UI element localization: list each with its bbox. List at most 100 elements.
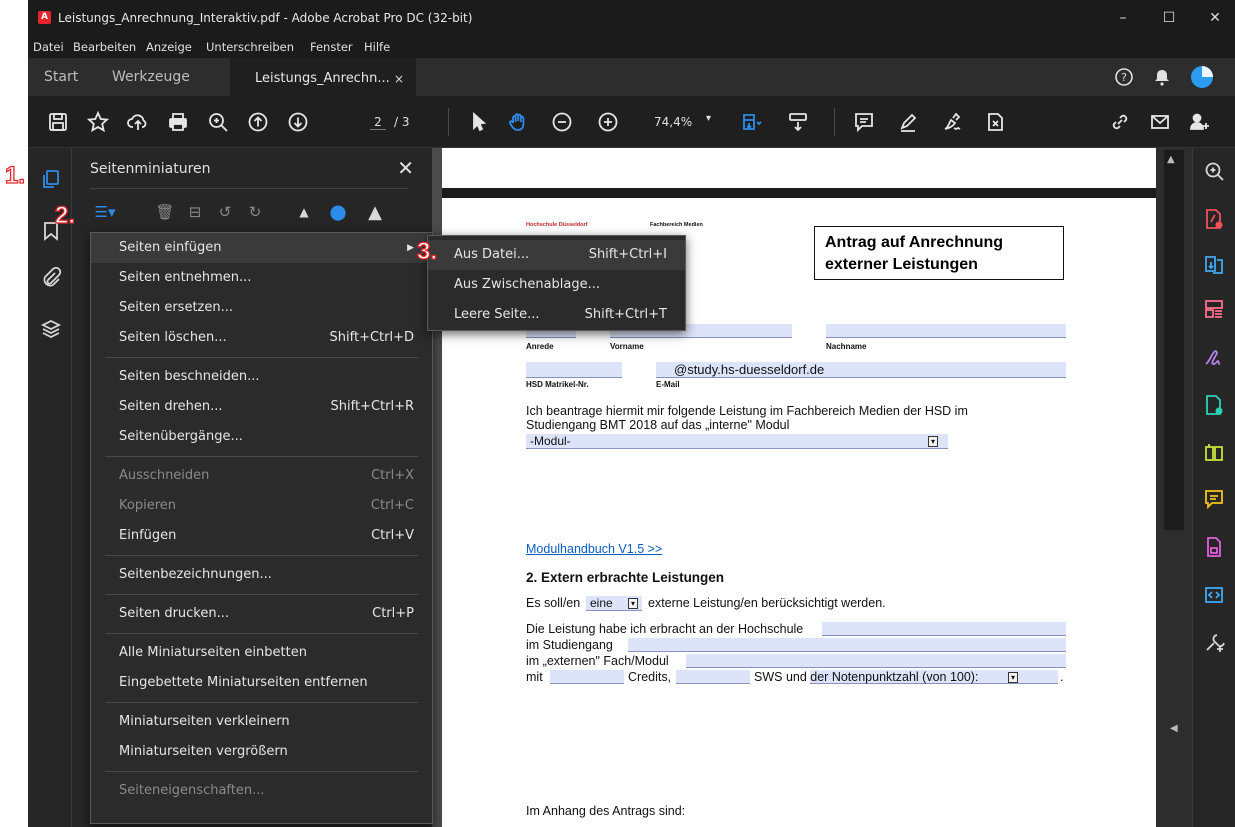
credits-field[interactable] xyxy=(550,670,624,684)
create-pdf-icon[interactable] xyxy=(1203,208,1225,230)
organize-pages-icon[interactable] xyxy=(1203,298,1225,320)
menu-item[interactable]: Seiten beschneiden... xyxy=(91,362,432,392)
layers-icon[interactable] xyxy=(40,318,62,340)
scroll-up-icon[interactable]: ▲ xyxy=(1167,154,1175,165)
modul-select[interactable] xyxy=(526,434,948,449)
sws-label: SWS und der Notenpunktzahl (von 100): xyxy=(754,670,979,684)
menu-bearbeiten[interactable]: Bearbeiten xyxy=(73,40,136,54)
close-window-button[interactable]: ✕ xyxy=(1200,8,1230,28)
collapse-right-panel-icon[interactable]: ◀ xyxy=(1170,723,1178,734)
menu-anzeige[interactable]: Anzeige xyxy=(146,40,192,54)
print-icon[interactable] xyxy=(164,108,192,136)
edit-pdf-icon[interactable] xyxy=(1203,394,1225,416)
menu-item[interactable]: Seitenübergänge... xyxy=(91,422,432,452)
menu-unterschreiben[interactable]: Unterschreiben xyxy=(206,40,294,54)
rotate-left-icon[interactable]: ↺ xyxy=(212,200,238,224)
menu-item[interactable]: Seiten entnehmen... xyxy=(91,263,432,293)
page-thumbnails-icon[interactable] xyxy=(40,168,62,190)
menu-item[interactable]: Seiten ersetzen... xyxy=(91,293,432,323)
zoom-tool-icon[interactable] xyxy=(1203,160,1225,182)
thumbnail-large-icon[interactable]: ▲ xyxy=(362,200,388,224)
scroll-mode-icon[interactable] xyxy=(784,108,812,136)
insert-pages-icon[interactable]: ⊟ xyxy=(182,200,208,224)
menu-item[interactable]: Seitenbezeichnungen... xyxy=(91,560,432,590)
minimize-button[interactable]: – xyxy=(1108,8,1138,28)
cloud-upload-icon[interactable] xyxy=(124,108,152,136)
fill-sign-tool-icon[interactable] xyxy=(1203,346,1225,368)
menu-item[interactable]: Seiten drehen... Shift+Ctrl+R xyxy=(91,392,432,422)
submenu-item[interactable]: Leere Seite... Shift+Ctrl+T xyxy=(428,300,685,330)
menu-item[interactable]: Seiten drucken... Ctrl+P xyxy=(91,599,432,629)
menu-item[interactable]: Alle Miniaturseiten einbetten xyxy=(91,638,432,668)
fit-page-icon[interactable] xyxy=(738,108,766,136)
dropdown-arrow-icon[interactable]: ▾ xyxy=(1008,672,1019,683)
zoom-in-icon[interactable] xyxy=(594,108,622,136)
next-page-icon[interactable] xyxy=(284,108,312,136)
hochschule-field[interactable] xyxy=(822,622,1066,636)
menu-hilfe[interactable]: Hilfe xyxy=(364,40,390,54)
menu-item[interactable]: Miniaturseiten verkleinern xyxy=(91,707,432,737)
matrikel-field[interactable] xyxy=(526,362,622,378)
menu-fenster[interactable]: Fenster xyxy=(310,40,353,54)
action-wizard-icon[interactable] xyxy=(1203,584,1225,606)
help-icon[interactable]: ? xyxy=(1105,58,1143,96)
submenu-item[interactable]: Aus Zwischenablage... xyxy=(428,270,685,300)
modulhandbuch-link[interactable]: Modulhandbuch V1.5 >> xyxy=(526,542,662,556)
trash-icon[interactable]: 🗑 xyxy=(152,200,178,224)
save-icon[interactable] xyxy=(44,108,72,136)
zoom-search-icon[interactable] xyxy=(204,108,232,136)
submenu-item[interactable]: Aus Datei... Shift+Ctrl+I xyxy=(428,240,685,270)
page-current[interactable]: 2 xyxy=(370,115,386,130)
rotate-right-icon[interactable]: ↻ xyxy=(242,200,268,224)
zoom-out-icon[interactable] xyxy=(548,108,576,136)
sign-icon[interactable] xyxy=(938,108,966,136)
hand-tool-icon[interactable] xyxy=(504,108,532,136)
zoom-level-dropdown[interactable]: 74,4% ▾ xyxy=(648,110,718,134)
menu-item-label: Seiten entnehmen... xyxy=(119,270,252,285)
menu-datei[interactable]: Datei xyxy=(33,40,64,54)
account-avatar[interactable] xyxy=(1183,58,1221,96)
highlight-pen-icon[interactable] xyxy=(894,108,922,136)
fach-field[interactable] xyxy=(686,654,1066,668)
compare-files-icon[interactable] xyxy=(1203,442,1225,464)
tab-document[interactable]: Leistungs_Anrechn... × xyxy=(230,58,416,96)
export-pdf-icon[interactable] xyxy=(1203,254,1225,276)
studiengang-field[interactable] xyxy=(628,638,1066,652)
attachment-icon[interactable] xyxy=(40,266,62,288)
options-menu-icon[interactable]: ☰▾ xyxy=(88,200,122,224)
comment-tool-icon[interactable] xyxy=(1203,488,1225,510)
bell-icon[interactable] xyxy=(1143,58,1181,96)
thumbnail-small-icon[interactable]: ▲ xyxy=(294,200,314,224)
tab-close-icon[interactable]: × xyxy=(394,60,404,98)
menu-item[interactable]: Seiten löschen... Shift+Ctrl+D xyxy=(91,323,432,353)
menu-item[interactable]: Miniaturseiten vergrößern xyxy=(91,737,432,767)
menu-separator xyxy=(105,357,418,358)
star-icon[interactable] xyxy=(84,108,112,136)
menu-item[interactable]: Einfügen Ctrl+V xyxy=(91,521,432,551)
share-link-icon[interactable] xyxy=(1106,108,1134,136)
sws-field[interactable] xyxy=(676,670,750,684)
nachname-field[interactable] xyxy=(826,324,1066,338)
dropdown-arrow-icon[interactable]: ▾ xyxy=(628,598,639,609)
add-user-icon[interactable] xyxy=(1186,108,1214,136)
prev-page-icon[interactable] xyxy=(244,108,272,136)
menu-item-label: Eingebettete Miniaturseiten entfernen xyxy=(119,675,368,690)
comment-icon[interactable] xyxy=(850,108,878,136)
protect-pdf-icon[interactable] xyxy=(1203,536,1225,558)
thumbnail-slider-icon[interactable]: ⬤ xyxy=(328,200,348,224)
menu-item[interactable]: Eingebettete Miniaturseiten entfernen xyxy=(91,668,432,698)
email-icon[interactable] xyxy=(1146,108,1174,136)
dropdown-arrow-icon[interactable]: ▾ xyxy=(928,436,939,447)
menu-item[interactable]: Seiten einfügen ▶ xyxy=(91,233,432,263)
more-tools-icon[interactable] xyxy=(1203,632,1225,654)
select-cursor-icon[interactable] xyxy=(464,108,492,136)
page-number-field[interactable]: 2 / 3 xyxy=(370,110,440,134)
acrobat-window: A Leistungs_Anrechnung_Interaktiv.pdf - … xyxy=(28,0,1235,827)
fill-sign-icon[interactable] xyxy=(982,108,1010,136)
scrollbar-thumb[interactable] xyxy=(1164,150,1184,530)
tab-werkzeuge[interactable]: Werkzeuge xyxy=(112,58,190,96)
maximize-button[interactable]: ☐ xyxy=(1154,8,1184,28)
vertical-scrollbar[interactable]: ▲ ◀ xyxy=(1156,148,1192,827)
tab-start[interactable]: Start xyxy=(44,58,78,96)
panel-close-icon[interactable]: ✕ xyxy=(397,156,414,180)
